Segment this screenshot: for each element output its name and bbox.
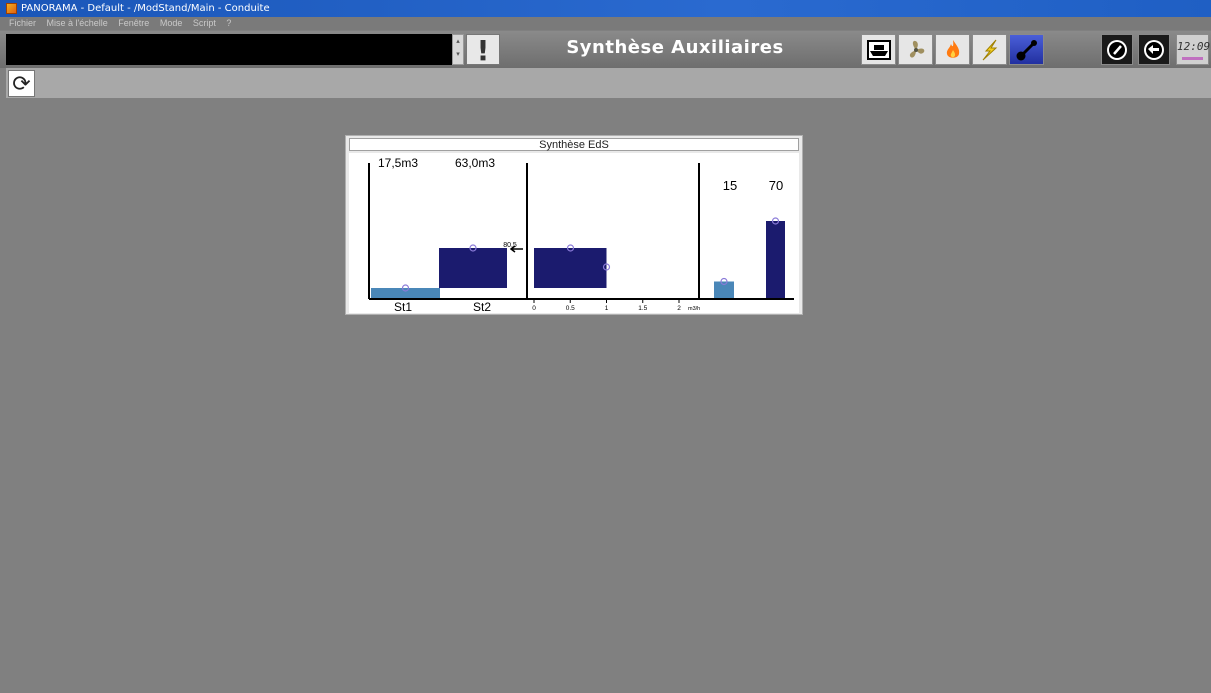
st1-label: St1 xyxy=(394,300,412,313)
alert-button[interactable]: ! xyxy=(466,34,500,66)
clock-time: 12:09 xyxy=(1177,40,1211,53)
flow-tick-label: 0.5 xyxy=(566,305,575,312)
flow-unit: m3/h xyxy=(688,306,700,312)
lightning-icon xyxy=(982,39,997,61)
gauge-icon xyxy=(1107,40,1127,60)
synthese-eds-panel: Synthèse EdS 17,5m3 63,0m3 80,5 St1 St2 … xyxy=(345,135,803,315)
flow-tick-label: 1 xyxy=(605,305,609,312)
st1-level-bar xyxy=(371,288,440,298)
menu-mode[interactable]: Mode xyxy=(160,17,183,30)
gauge-button[interactable] xyxy=(1101,34,1133,65)
flow-axis-ticks: 0 0.5 1 1.5 2 xyxy=(532,299,681,312)
sub-toolbar xyxy=(6,68,1211,98)
alarm-scroll-spinner[interactable]: ▴ ▾ xyxy=(452,34,464,65)
ship-icon xyxy=(866,40,891,60)
right-bar-1-value: 15 xyxy=(723,178,737,193)
alarm-banner xyxy=(6,34,452,65)
window-titlebar: PANORAMA - Default - /ModStand/Main - Co… xyxy=(0,0,1211,17)
ship-button[interactable] xyxy=(861,34,896,65)
menu-mise-a-l-echelle[interactable]: Mise à l'échelle xyxy=(47,17,108,30)
clock-indicator xyxy=(1182,57,1203,60)
eds-synoptic: 17,5m3 63,0m3 80,5 St1 St2 0 0.5 1 1.5 2 m3/… xyxy=(368,156,794,314)
panel-body: 17,5m3 63,0m3 80,5 St1 St2 0 0.5 1 1.5 2 m3/… xyxy=(349,153,799,314)
fan-button[interactable] xyxy=(898,34,933,65)
flow-tick-label: 1.5 xyxy=(638,305,647,312)
flame-button[interactable] xyxy=(935,34,970,65)
panel-title: Synthèse EdS xyxy=(349,138,799,151)
flame-icon xyxy=(946,40,959,58)
lightning-button[interactable] xyxy=(972,34,1007,65)
app-icon xyxy=(6,3,17,14)
menu-fichier[interactable]: Fichier xyxy=(9,17,36,30)
flow-bar xyxy=(534,248,607,288)
back-button[interactable] xyxy=(1138,34,1170,65)
right-bar-2-value: 70 xyxy=(769,178,783,193)
st2-level-bar xyxy=(439,248,507,288)
st2-threshold-arrow xyxy=(509,245,523,253)
header-bar: ▴ ▾ ! Synthèse Auxiliaires 12:09 xyxy=(0,31,1211,68)
page-title: Synthèse Auxiliaires xyxy=(566,37,784,58)
right-bar-2 xyxy=(766,221,785,298)
valve-button[interactable] xyxy=(1009,34,1044,65)
refresh-icon: ⟳ xyxy=(12,71,31,96)
menu-help[interactable]: ? xyxy=(226,17,231,30)
refresh-button[interactable]: ⟳ xyxy=(8,70,35,97)
st1-volume: 17,5m3 xyxy=(378,156,418,170)
menu-fenetre[interactable]: Fenêtre xyxy=(118,17,149,30)
st2-volume: 63,0m3 xyxy=(455,156,495,170)
clock-display[interactable]: 12:09 xyxy=(1176,34,1211,65)
back-icon xyxy=(1144,40,1164,60)
valve-icon xyxy=(1016,40,1037,61)
fan-icon xyxy=(909,40,924,58)
window-title: PANORAMA - Default - /ModStand/Main - Co… xyxy=(21,3,270,14)
st2-threshold-value: 80,5 xyxy=(503,242,517,249)
menu-bar: Fichier Mise à l'échelle Fenêtre Mode Sc… xyxy=(0,17,1211,30)
flow-tick-label: 0 xyxy=(532,305,536,312)
menu-script[interactable]: Script xyxy=(193,17,216,30)
st2-label: St2 xyxy=(473,300,491,313)
flow-tick-label: 2 xyxy=(677,305,681,312)
